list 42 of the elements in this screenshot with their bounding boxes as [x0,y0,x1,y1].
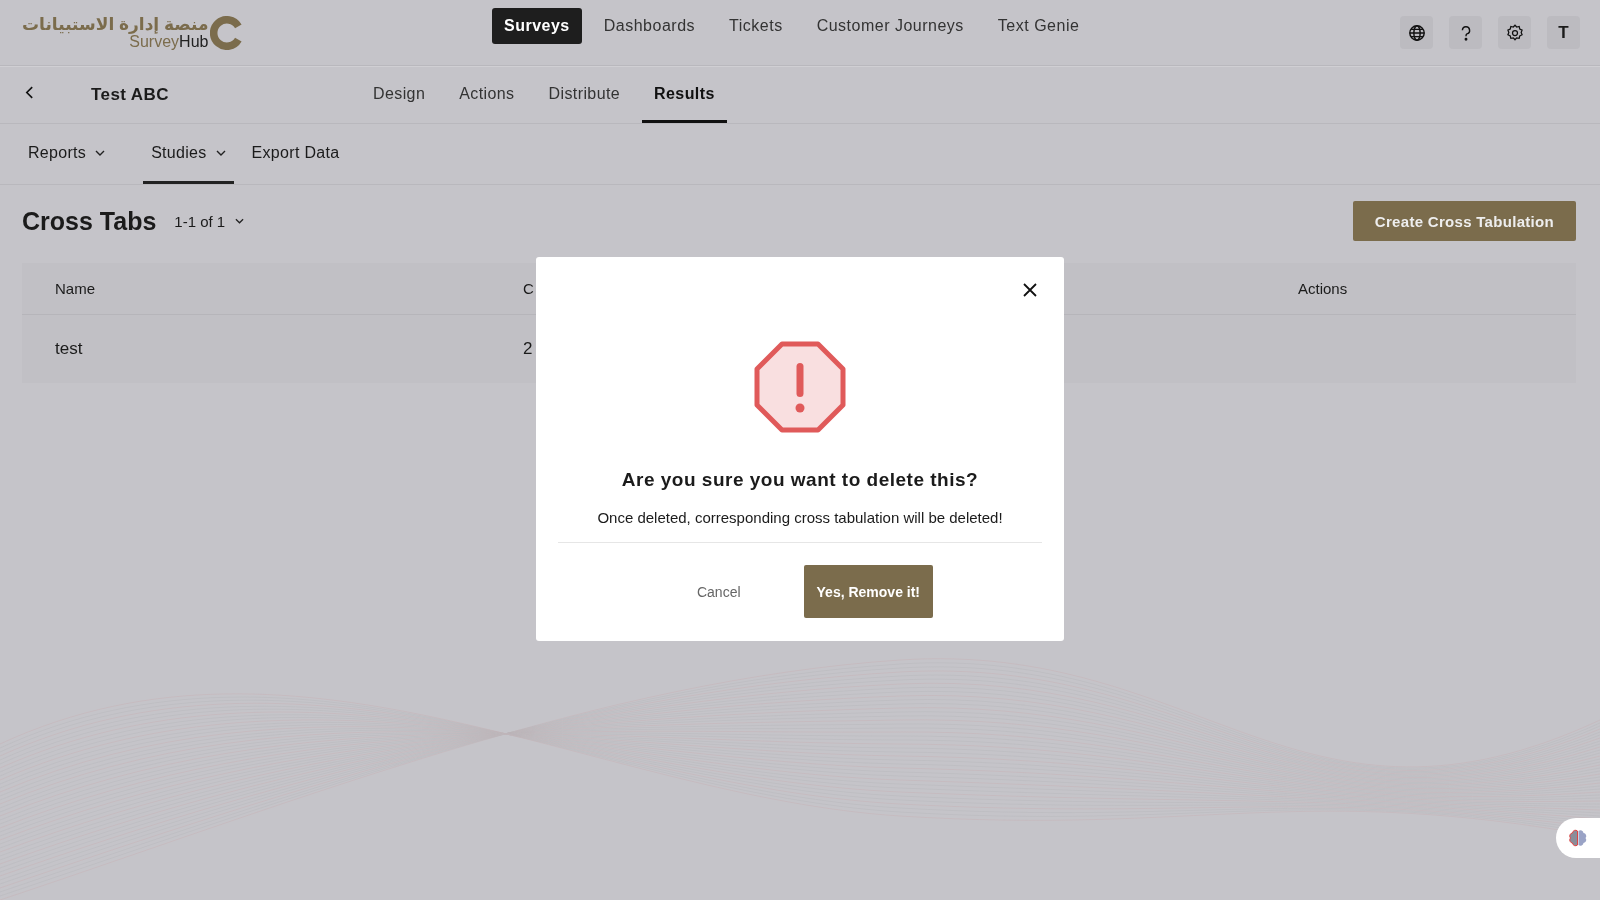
nav-tab[interactable]: Tickets [717,7,795,44]
dialog-title: Are you sure you want to delete this? [621,469,979,491]
gear-icon [1504,22,1525,43]
caret-icon [235,218,245,224]
logo-name: SurveyHub [129,33,209,50]
column-header: Name [55,280,95,297]
cancel-button[interactable]: Cancel [666,565,771,618]
close-icon [1023,283,1037,297]
caret-icon [215,149,226,156]
nav-tab[interactable]: Text Genie [985,7,1092,44]
warning-octagon-icon [754,341,846,433]
globe-icon [1407,23,1426,42]
settings-button[interactable] [1498,16,1531,49]
caret-icon [95,149,106,156]
confirm-remove-button[interactable]: Yes, Remove it! [803,565,934,618]
logo-ring-icon [210,15,245,50]
survey-tab[interactable]: Design [361,67,438,123]
nav-tab[interactable]: Dashboards [591,7,708,44]
subnav-tab[interactable]: Reports [20,124,114,184]
survey-title: Test ABC [90,84,170,106]
survey-tab[interactable]: Results [642,67,727,123]
chevron-left-icon [25,85,34,99]
table-cell: test [55,339,83,358]
pagination-dropdown[interactable]: 1-1 of 1 [174,212,245,230]
language-button[interactable] [1400,16,1433,49]
survey-tab[interactable]: Distribute [536,67,633,123]
subnav-tab[interactable]: Studies [143,124,234,184]
logo-arabic-text: منصة إدارة الاستبيانات [22,15,209,33]
dialog-message: Once deleted, corresponding cross tabulation will be deleted! [558,509,1042,543]
subnav-tab[interactable]: Export Data [243,124,348,184]
create-cross-tabulation-button[interactable]: Create Cross Tabulation [1352,201,1576,241]
table-cell: 2 [523,339,533,358]
brain-icon [1568,828,1588,848]
page-title: Cross Tabs [22,206,157,236]
survey-tab[interactable]: Actions [447,67,527,123]
column-header: C [523,280,534,297]
user-avatar-button[interactable]: T [1547,16,1580,49]
nav-tab[interactable]: Customer Journeys [804,7,976,44]
nav-tab[interactable]: Surveys [492,7,582,44]
assistant-button[interactable] [1556,818,1600,858]
column-header: Actions [1298,280,1348,297]
help-button[interactable] [1449,16,1482,49]
